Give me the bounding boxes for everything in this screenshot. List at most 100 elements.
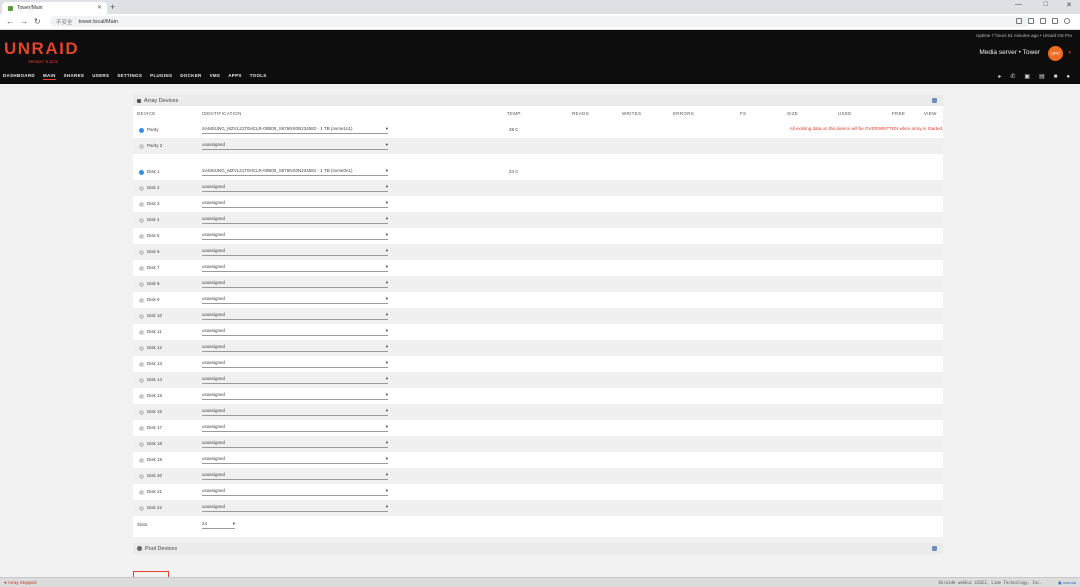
nav-tools[interactable]: TOOLS <box>250 73 267 80</box>
extensions-icon[interactable] <box>1040 18 1046 24</box>
col-temp: TEMP. <box>507 111 522 116</box>
nav-main[interactable]: MAIN <box>42 73 56 80</box>
device-name[interactable]: Disk 14 <box>147 377 162 382</box>
device-select[interactable]: unassigned ▾ <box>202 359 388 368</box>
device-name[interactable]: Disk 17 <box>147 425 162 430</box>
device-select[interactable]: unassigned ▾ <box>202 295 388 304</box>
device-name[interactable]: Disk 6 <box>147 249 160 254</box>
address-bar[interactable]: 不安全 tower.local/Main <box>50 16 1030 27</box>
feedback-icon[interactable]: ✆ <box>1010 74 1015 80</box>
device-select-value: unassigned <box>202 328 226 333</box>
device-select[interactable]: unassigned ▾ <box>202 487 388 496</box>
nav-settings[interactable]: SETTINGS <box>117 73 142 80</box>
device-select[interactable]: unassigned ▾ <box>202 327 388 336</box>
device-name[interactable]: Disk 19 <box>147 457 162 462</box>
device-name[interactable]: Disk 8 <box>147 281 160 286</box>
device-name[interactable]: Disk 7 <box>147 265 160 270</box>
nav-docker[interactable]: DOCKER <box>180 73 201 80</box>
device-select[interactable]: unassigned ▾ <box>202 263 388 272</box>
terminal-icon[interactable]: ▸ <box>998 74 1001 80</box>
device-name[interactable]: Disk 12 <box>147 345 162 350</box>
device-select[interactable]: unassigned ▾ <box>202 215 388 224</box>
device-select[interactable]: unassigned ▾ <box>202 311 388 320</box>
device-status-icon <box>139 170 144 175</box>
browser-tab[interactable]: Tower/Main ✕ <box>2 2 107 14</box>
device-name[interactable]: Disk 3 <box>147 201 160 206</box>
nav-dashboard[interactable]: DASHBOARD <box>3 73 35 80</box>
device-name[interactable]: Disk 4 <box>147 217 160 222</box>
device-select[interactable]: SAMSUNG_MZVL21T0HCLR-00B00_S676NX0N23458… <box>202 125 388 134</box>
bookmark-star-icon[interactable] <box>1028 18 1034 24</box>
device-status-icon <box>139 330 144 335</box>
nav-shares[interactable]: SHARES <box>64 73 85 80</box>
close-window-icon[interactable]: ✕ <box>1066 1 1072 9</box>
device-select[interactable]: unassigned ▾ <box>202 343 388 352</box>
device-select[interactable]: unassigned ▾ <box>202 439 388 448</box>
device-select[interactable]: unassigned ▾ <box>202 199 388 208</box>
device-select[interactable]: unassigned ▾ <box>202 279 388 288</box>
device-name[interactable]: Disk 16 <box>147 409 162 414</box>
new-tab-button[interactable]: + <box>110 2 115 12</box>
nav-users[interactable]: USERS <box>92 73 109 80</box>
device-name[interactable]: Disk 21 <box>147 489 162 494</box>
share-icon[interactable] <box>1016 18 1022 24</box>
pool-help-icon[interactable] <box>932 546 937 551</box>
slots-select[interactable]: 24 ▾ <box>202 520 235 529</box>
reload-icon[interactable]: ↻ <box>34 16 41 27</box>
slots-label: Slots: <box>137 522 149 527</box>
device-select[interactable]: unassigned ▾ <box>202 423 388 432</box>
device-name[interactable]: Disk 20 <box>147 473 162 478</box>
user-avatar[interactable]: UPC <box>1048 46 1063 61</box>
device-name[interactable]: Disk 11 <box>147 329 162 334</box>
device-select[interactable]: unassigned ▾ <box>202 455 388 464</box>
nav-plugins[interactable]: PLUGINS <box>150 73 172 80</box>
log-icon[interactable]: ▤ <box>1039 74 1045 80</box>
device-select[interactable]: unassigned ▾ <box>202 247 388 256</box>
device-name[interactable]: Disk 9 <box>147 297 160 302</box>
chevron-down-icon: ▾ <box>385 280 388 285</box>
browser-toolbar: ← → ↻ 不安全 tower.local/Main <box>0 14 1080 30</box>
info-icon[interactable]: ▣ <box>1024 74 1030 80</box>
device-name[interactable]: Parity 2 <box>147 143 162 148</box>
device-name[interactable]: Disk 1 <box>147 169 160 174</box>
sidebar-icon[interactable] <box>1052 18 1058 24</box>
unraid-header: UNRAID Version: 6.11.5 Uptime 7 hours 51… <box>0 30 1080 84</box>
device-name[interactable]: Disk 2 <box>147 185 160 190</box>
forward-icon[interactable]: → <box>20 16 28 27</box>
minimize-icon[interactable]: — <box>1015 1 1022 8</box>
device-select[interactable]: unassigned ▾ <box>202 141 388 150</box>
device-select[interactable]: unassigned ▾ <box>202 503 388 512</box>
device-select[interactable]: unassigned ▾ <box>202 391 388 400</box>
help-icon[interactable]: ■ <box>1054 74 1058 80</box>
device-select[interactable]: SAMSUNG_MZVL21T0HCLR-00B00_S676NX0N23458… <box>202 167 388 176</box>
device-name[interactable]: Parity <box>147 127 159 132</box>
device-select[interactable]: unassigned ▾ <box>202 407 388 416</box>
notifications-icon[interactable]: ● <box>1066 74 1070 80</box>
profile-icon[interactable] <box>1064 18 1070 24</box>
device-select-value: unassigned <box>202 424 226 429</box>
device-name[interactable]: Disk 22 <box>147 505 162 510</box>
unraid-logo[interactable]: UNRAID <box>4 39 79 59</box>
chevron-down-icon[interactable]: ▾ <box>1068 50 1071 56</box>
device-name[interactable]: Disk 5 <box>147 233 160 238</box>
table-row: Disk 21 unassigned ▾ <box>133 484 943 500</box>
device-name[interactable]: Disk 10 <box>147 313 162 318</box>
version-label[interactable]: Version: 6.11.5 <box>28 59 58 64</box>
chevron-down-icon: ▾ <box>385 328 388 333</box>
device-status-icon <box>139 282 144 287</box>
device-select[interactable]: unassigned ▾ <box>202 231 388 240</box>
close-tab-icon[interactable]: ✕ <box>97 4 102 11</box>
device-select[interactable]: unassigned ▾ <box>202 471 388 480</box>
maximize-icon[interactable]: □ <box>1044 1 1048 8</box>
device-name[interactable]: Disk 18 <box>147 441 162 446</box>
nav-apps[interactable]: APPS <box>228 73 241 80</box>
back-icon[interactable]: ← <box>6 16 14 27</box>
device-select[interactable]: unassigned ▾ <box>202 183 388 192</box>
device-select[interactable]: unassigned ▾ <box>202 375 388 384</box>
nav-vms[interactable]: VMS <box>210 73 221 80</box>
table-row: Disk 15 unassigned ▾ <box>133 388 943 404</box>
panel-help-icon[interactable] <box>932 98 937 103</box>
device-name[interactable]: Disk 13 <box>147 361 162 366</box>
manual-link[interactable]: ▣ manual <box>1058 580 1076 585</box>
device-name[interactable]: Disk 15 <box>147 393 162 398</box>
